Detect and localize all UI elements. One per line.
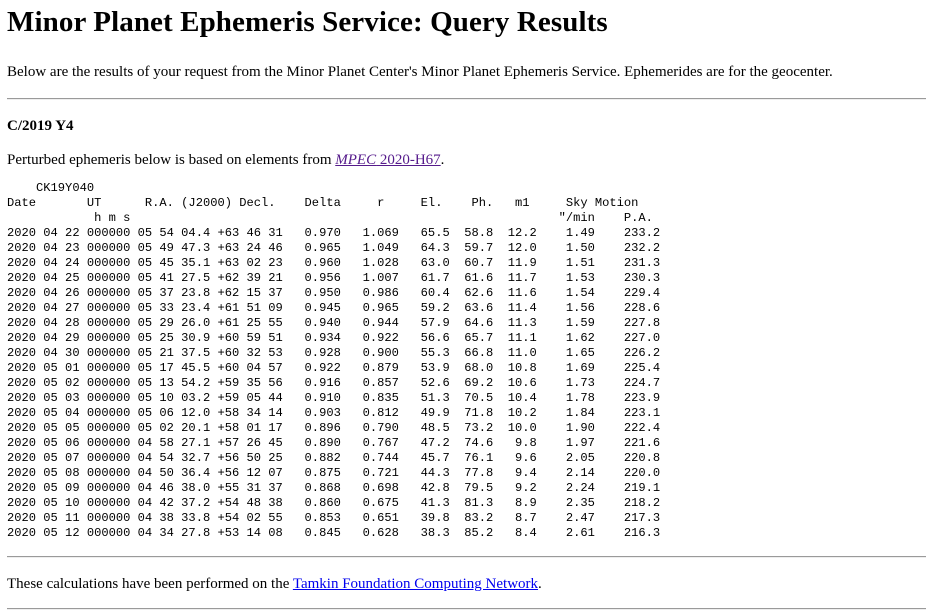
ephemeris-row: 2020 04 24 000000 05 45 35.1 +63 02 23 0… [7,256,661,270]
ephemeris-row: 2020 04 28 000000 05 29 26.0 +61 25 55 0… [7,316,661,330]
ephemeris-row: 2020 05 11 000000 04 38 33.8 +54 02 55 0… [7,511,661,525]
ephemeris-row: 2020 04 29 000000 05 25 30.9 +60 59 51 0… [7,331,661,345]
footer-prefix: These calculations have been performed o… [7,576,293,592]
mpec-link[interactable]: MPEC 2020-H67 [335,152,440,168]
ephemeris-row: 2020 04 25 000000 05 41 27.5 +62 39 21 0… [7,271,661,285]
ephemeris-row: 2020 05 07 000000 04 54 32.7 +56 50 25 0… [7,451,661,465]
ephemeris-row: 2020 05 05 000000 05 02 20.1 +58 01 17 0… [7,421,661,435]
mpec-link-italic: MPEC [335,152,377,168]
ephemeris-header-row2: h m s "/min P.A. [7,211,653,225]
footer-note: These calculations have been performed o… [7,575,927,593]
ephemeris-row: 2020 05 08 000000 04 50 36.4 +56 12 07 0… [7,466,661,480]
tamkin-link[interactable]: Tamkin Foundation Computing Network [293,576,538,592]
divider-middle [7,556,926,558]
intro-paragraph: Below are the results of your request fr… [7,64,833,80]
divider-bottom [7,608,926,610]
ephemeris-row: 2020 05 01 000000 05 17 45.5 +60 04 57 0… [7,361,661,375]
ephemeris-row: 2020 04 30 000000 05 21 37.5 +60 32 53 0… [7,346,661,360]
ephemeris-row: 2020 04 22 000000 05 54 04.4 +63 46 31 0… [7,226,661,240]
page-title: Minor Planet Ephemeris Service: Query Re… [7,6,608,38]
divider-top [7,98,926,100]
ephemeris-row: 2020 04 26 000000 05 37 23.8 +62 15 37 0… [7,286,661,300]
perturbed-prefix: Perturbed ephemeris below is based on el… [7,152,336,168]
ephemeris-row: 2020 05 10 000000 04 42 37.2 +54 48 38 0… [7,496,661,510]
footer-suffix: . [538,576,542,592]
page-container: Minor Planet Ephemeris Service: Query Re… [0,0,927,610]
mpec-link-rest: 2020-H67 [376,152,441,168]
object-name-heading: C/2019 Y4 [7,118,74,134]
ephemeris-row: 2020 05 09 000000 04 46 38.0 +55 31 37 0… [7,481,661,495]
ephemeris-row: 2020 05 06 000000 04 58 27.1 +57 26 45 0… [7,436,661,450]
ephemeris-header-row1: Date UT R.A. (J2000) Decl. Delta r El. P… [7,196,639,210]
perturbed-suffix: . [440,152,445,168]
ephemeris-row: 2020 04 23 000000 05 49 47.3 +63 24 46 0… [7,241,661,255]
ephemeris-row: 2020 05 04 000000 05 06 12.0 +58 34 14 0… [7,406,661,420]
ephemeris-row: 2020 05 02 000000 05 13 54.2 +59 35 56 0… [7,376,661,390]
ephemeris-rows: 2020 04 22 000000 05 54 04.4 +63 46 31 0… [7,226,660,540]
ephemeris-row: 2020 05 12 000000 04 34 27.8 +53 14 08 0… [7,526,661,540]
perturbed-note: Perturbed ephemeris below is based on el… [7,151,927,169]
ephemeris-row: 2020 04 27 000000 05 33 23.4 +61 51 09 0… [7,301,661,315]
ephemeris-row: 2020 05 03 000000 05 10 03.2 +59 05 44 0… [7,391,661,405]
ephemeris-designation: CK19Y040 [7,181,95,195]
ephemeris-table: CK19Y040 Date UT R.A. (J2000) Decl. Delt… [7,181,927,541]
